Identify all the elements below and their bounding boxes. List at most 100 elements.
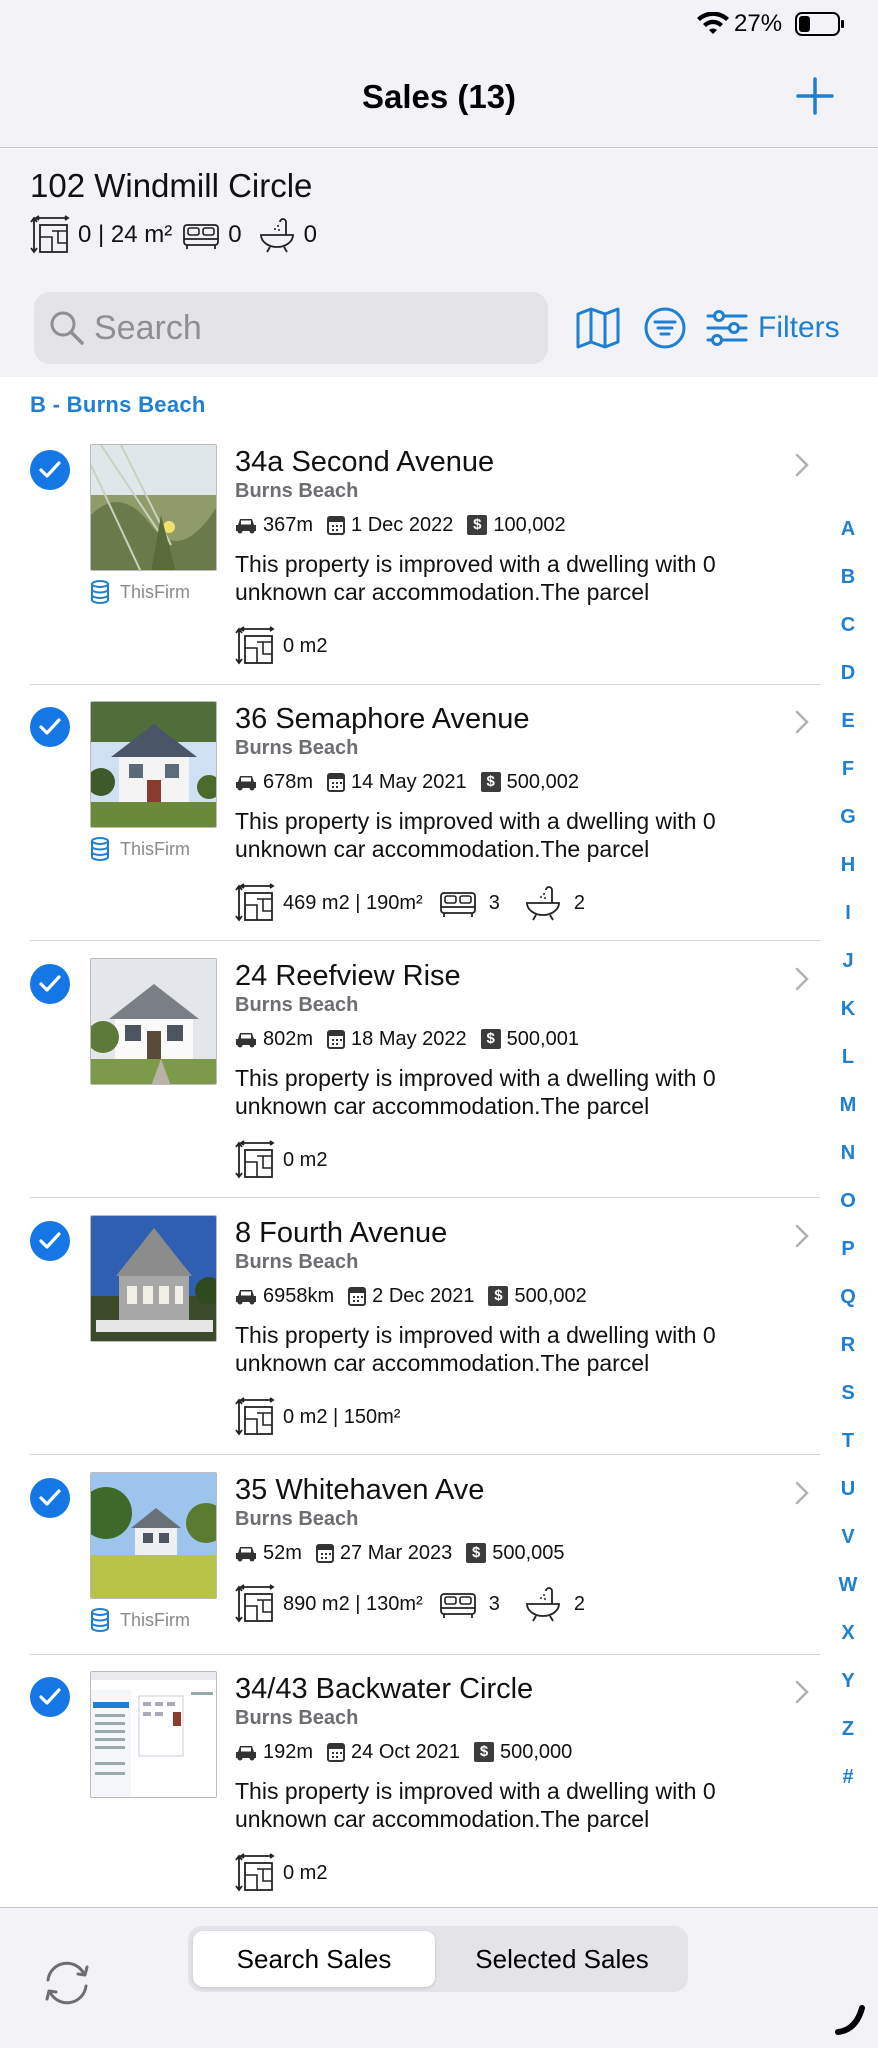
list-item[interactable]: ThisFirm 35 Whitehaven Ave Burns Beach 5…	[0, 1472, 820, 1655]
floor-area-icon	[235, 883, 275, 922]
index-letter[interactable]: F	[832, 745, 864, 793]
index-letter[interactable]: A	[832, 505, 864, 553]
floor-area-icon	[30, 215, 70, 254]
property-features: 0 m2	[235, 624, 327, 668]
property-price: 500,000	[500, 1740, 573, 1763]
list-item[interactable]: ThisFirm 36 Semaphore Avenue Burns Beach…	[0, 701, 820, 941]
property-meta: 678m 14 May 2021 $ 500,002	[235, 769, 579, 795]
property-title: 8 Fourth Avenue	[235, 1217, 448, 1249]
car-icon	[236, 519, 256, 534]
index-letter[interactable]: U	[832, 1465, 864, 1513]
selection-checkbox[interactable]	[30, 1677, 70, 1717]
index-letter[interactable]: T	[832, 1417, 864, 1465]
selection-checkbox[interactable]	[30, 964, 70, 1004]
property-distance: 367m	[263, 513, 314, 536]
search-toolbar: Filters	[0, 277, 878, 377]
property-baths: 2	[573, 1592, 585, 1615]
property-suburb: Burns Beach	[235, 994, 359, 1016]
list-item[interactable]: 34/43 Backwater Circle Burns Beach 192m …	[0, 1671, 820, 1901]
alphabet-index[interactable]: A B C D E F G H I J K L M N O P Q R S T …	[832, 505, 864, 1801]
index-letter[interactable]: I	[832, 889, 864, 937]
filters-icon	[706, 310, 748, 346]
property-suburb: Burns Beach	[235, 1707, 359, 1729]
property-description: This property is improved with a dwellin…	[235, 808, 716, 862]
property-distance: 192m	[263, 1740, 314, 1763]
index-letter[interactable]: Y	[832, 1657, 864, 1705]
property-photo	[90, 444, 217, 571]
plus-icon[interactable]	[795, 76, 835, 116]
property-title: 36 Semaphore Avenue	[235, 703, 530, 735]
index-letter[interactable]: J	[832, 937, 864, 985]
property-area: 890 m2 | 130m²	[283, 1592, 423, 1615]
selection-checkbox[interactable]	[30, 1478, 70, 1518]
bed-icon	[439, 1593, 476, 1618]
index-letter[interactable]: R	[832, 1321, 864, 1369]
sort-icon[interactable]	[644, 307, 686, 349]
filters-button[interactable]: Filters	[706, 307, 840, 349]
selected-property-header[interactable]: 102 Windmill Circle 0 | 24 m² 0 0	[0, 149, 878, 277]
list-item[interactable]: 24 Reefview Rise Burns Beach 802m 18 May…	[0, 958, 820, 1198]
selection-checkbox[interactable]	[30, 707, 70, 747]
list-item[interactable]: ThisFirm 34a Second Avenue Burns Beach 3…	[0, 444, 820, 685]
property-photo	[90, 1472, 217, 1599]
index-letter[interactable]: L	[832, 1033, 864, 1081]
search-field[interactable]	[34, 292, 548, 364]
property-suburb: Burns Beach	[235, 480, 359, 502]
tab-selected-sales[interactable]: Selected Sales	[441, 1931, 683, 1987]
selection-checkbox[interactable]	[30, 450, 70, 490]
index-letter[interactable]: N	[832, 1129, 864, 1177]
list-item[interactable]: 8 Fourth Avenue Burns Beach 6958km 2 Dec…	[0, 1215, 820, 1455]
floor-area-icon	[235, 1853, 275, 1892]
car-icon	[236, 1290, 256, 1305]
database-icon	[91, 580, 109, 604]
index-letter[interactable]: S	[832, 1369, 864, 1417]
dollar-icon: $	[474, 1742, 494, 1762]
tab-search-sales[interactable]: Search Sales	[193, 1931, 435, 1987]
sales-segmented-control[interactable]: Search Sales Selected Sales	[188, 1926, 688, 1992]
index-letter[interactable]: H	[832, 841, 864, 889]
index-letter[interactable]: V	[832, 1513, 864, 1561]
property-beds: 3	[488, 1592, 500, 1615]
property-meta: 6958km 2 Dec 2021 $ 500,002	[235, 1283, 587, 1309]
checkmark-icon	[39, 1232, 61, 1249]
section-header: B - Burns Beach	[30, 392, 206, 417]
bed-icon	[439, 892, 476, 917]
firm-badge: ThisFirm	[90, 1608, 190, 1632]
property-area: 0 m2	[283, 1861, 328, 1884]
index-letter[interactable]: G	[832, 793, 864, 841]
index-letter[interactable]: Q	[832, 1273, 864, 1321]
refresh-icon[interactable]	[40, 1958, 94, 2008]
selection-checkbox[interactable]	[30, 1221, 70, 1261]
property-meta: 367m 1 Dec 2022 $ 100,002	[235, 512, 566, 538]
search-input[interactable]	[94, 302, 534, 354]
bath-icon	[525, 886, 560, 921]
property-area: 0 m2	[283, 1148, 328, 1171]
index-letter[interactable]: M	[832, 1081, 864, 1129]
index-letter[interactable]: K	[832, 985, 864, 1033]
index-letter[interactable]: W	[832, 1561, 864, 1609]
chevron-right-icon	[795, 1481, 809, 1505]
property-distance: 6958km	[263, 1284, 335, 1307]
filters-label: Filters	[758, 311, 840, 344]
property-distance: 52m	[263, 1541, 302, 1564]
row-divider	[30, 1197, 820, 1198]
property-title: 35 Whitehaven Ave	[235, 1474, 485, 1506]
map-icon[interactable]	[576, 307, 620, 349]
index-letter[interactable]: O	[832, 1177, 864, 1225]
index-letter[interactable]: P	[832, 1225, 864, 1273]
property-suburb: Burns Beach	[235, 737, 359, 759]
index-letter[interactable]: X	[832, 1609, 864, 1657]
index-letter[interactable]: B	[832, 553, 864, 601]
chevron-right-icon	[795, 1224, 809, 1248]
navigation-bar: Sales (13)	[0, 48, 878, 148]
index-letter[interactable]: C	[832, 601, 864, 649]
property-features: 0 m2	[235, 1851, 327, 1895]
bath-icon	[259, 218, 294, 253]
index-letter[interactable]: E	[832, 697, 864, 745]
index-letter[interactable]: Z	[832, 1705, 864, 1753]
wifi-icon	[697, 12, 729, 34]
index-letter[interactable]: D	[832, 649, 864, 697]
property-sale-date: 2 Dec 2021	[372, 1284, 475, 1307]
property-baths: 2	[573, 891, 585, 914]
index-letter[interactable]: #	[832, 1753, 864, 1801]
